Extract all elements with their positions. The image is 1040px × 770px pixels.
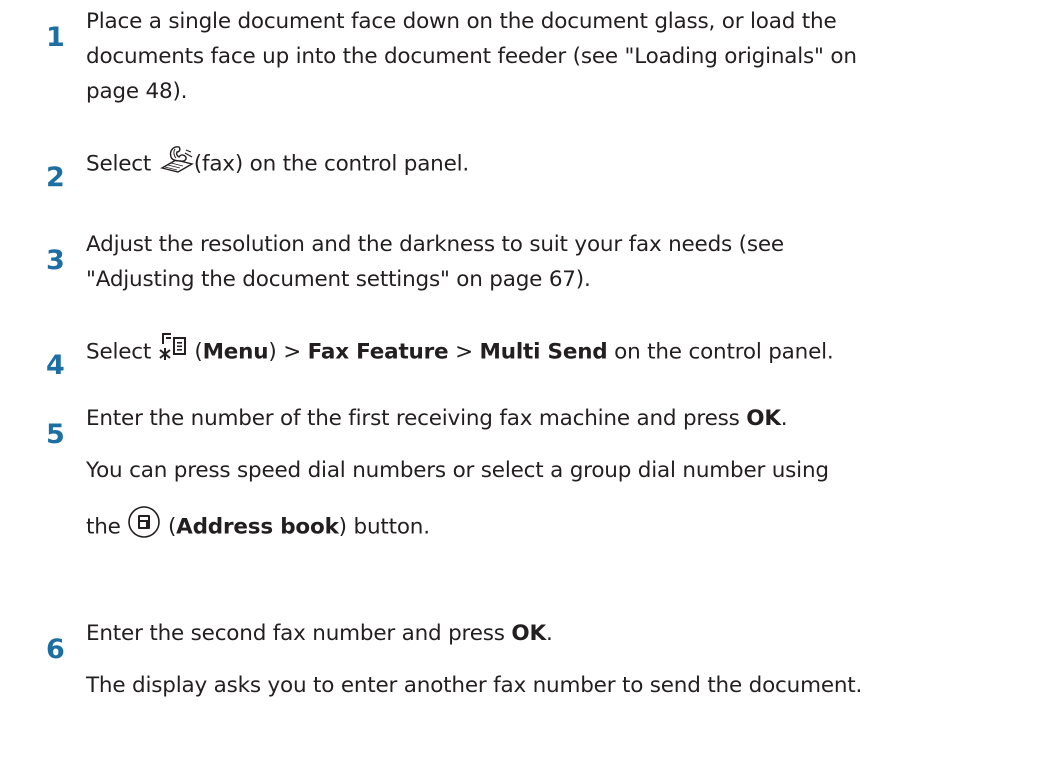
step-text-part: >: [448, 339, 480, 365]
step-text: Enter the number of the first receiving …: [86, 401, 1006, 436]
step-line: The display asks you to enter another fa…: [86, 673, 863, 698]
step-text-part: .: [780, 406, 788, 431]
step-text: Enter the second fax number and press OK…: [86, 616, 1006, 651]
step-text-bold: OK: [511, 621, 546, 646]
step-number: 4: [46, 350, 65, 381]
step-text: Select (fax) on the control panel.: [86, 144, 1006, 185]
step-text: the (Address book) button.: [86, 505, 1006, 550]
step-text: Select (Menu) > Fax Feature > Multi Send…: [86, 332, 1006, 373]
step-line: Adjust the resolution and the darkness t…: [86, 232, 784, 257]
step-text-part: (fax): [193, 151, 244, 177]
step-text-part: on the control panel.: [607, 339, 834, 365]
step-line: "Adjusting the document settings" on pag…: [86, 267, 591, 292]
step-text-bold: Fax Feature: [307, 339, 449, 365]
step-text-bold: Multi Send: [479, 339, 608, 365]
step-text-part: .: [545, 621, 553, 646]
step-text-part: (: [161, 514, 177, 540]
step-line: documents face up into the document feed…: [86, 44, 857, 69]
step-text-part: on the control panel.: [243, 151, 470, 177]
step-number: 6: [46, 634, 65, 665]
step-text-bold: Address book: [176, 514, 339, 540]
step-line: Place a single document face down on the…: [86, 9, 837, 34]
step-text-part: Select: [86, 151, 158, 177]
step-number: 3: [46, 245, 65, 276]
step-text-part: ) button.: [338, 514, 430, 540]
step-text-bold: OK: [746, 406, 781, 431]
step-line: page 48).: [86, 79, 188, 104]
step-text: Place a single document face down on the…: [86, 4, 1006, 109]
fax-icon: [158, 144, 194, 185]
step-number: 2: [46, 162, 65, 193]
step-text-bold: Menu: [202, 339, 269, 365]
step-text: The display asks you to enter another fa…: [86, 668, 1006, 703]
step-text-part: Enter the number of the first receiving …: [86, 406, 747, 431]
step-text-part: the: [86, 514, 128, 540]
step-text-part: Select: [86, 339, 158, 365]
menu-icon: [158, 332, 188, 373]
step-text: Adjust the resolution and the darkness t…: [86, 227, 1006, 297]
step-number: 1: [46, 22, 65, 53]
address-book-icon: [127, 505, 161, 550]
step-line: Enter the second fax number and press OK…: [86, 616, 1006, 651]
step-line: You can press speed dial numbers or sele…: [86, 458, 829, 483]
step-text: You can press speed dial numbers or sele…: [86, 453, 1006, 488]
step-text-part: ) >: [268, 339, 308, 365]
step-number: 5: [46, 419, 65, 450]
step-text-part: (: [187, 339, 203, 365]
step-line: Enter the number of the first receiving …: [86, 401, 1006, 436]
step-text-part: Enter the second fax number and press: [86, 621, 512, 646]
